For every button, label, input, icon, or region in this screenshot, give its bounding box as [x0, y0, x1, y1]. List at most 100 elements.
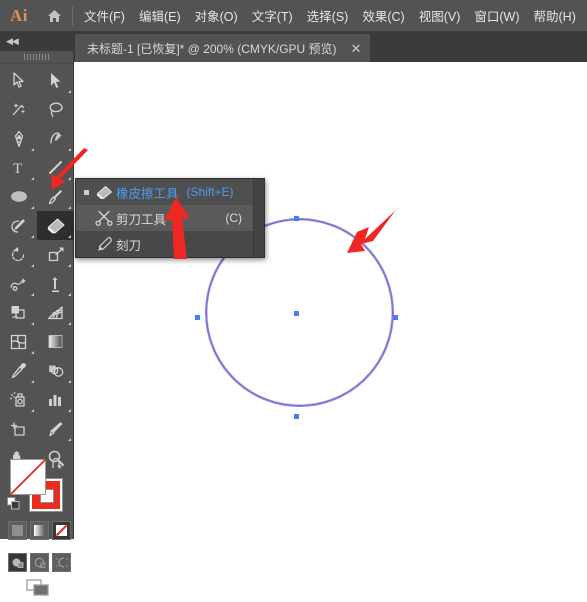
tool-group-indicator-icon	[68, 90, 71, 93]
draw-mode-inside[interactable]	[52, 553, 71, 572]
tool-selection[interactable]	[0, 66, 37, 95]
home-icon[interactable]	[38, 0, 70, 31]
tool-group-indicator-icon	[68, 206, 71, 209]
tool-group-indicator-icon	[31, 293, 34, 296]
tool-group-indicator-icon	[31, 380, 34, 383]
tools-panel-drag-handle[interactable]	[0, 51, 73, 64]
selected-bullet-icon	[80, 189, 92, 195]
menu-file[interactable]: 文件(F)	[77, 2, 132, 29]
flyout-tearoff-strip[interactable]	[253, 179, 264, 257]
tool-group-indicator-icon	[31, 235, 34, 238]
fill-color-swatch[interactable]	[10, 459, 46, 495]
tool-shape-builder[interactable]	[0, 298, 37, 327]
tool-group-indicator-icon	[68, 264, 71, 267]
tool-perspective-grid[interactable]	[37, 298, 74, 327]
tool-group-indicator-icon	[31, 177, 34, 180]
tool-group-indicator-icon	[31, 322, 34, 325]
flyout-item-scissors-tool[interactable]: 剪刀工具 (C)	[76, 205, 264, 231]
menu-help[interactable]: 帮助(H)	[527, 2, 583, 29]
tool-rotate[interactable]	[0, 240, 37, 269]
color-controls	[0, 455, 74, 596]
tool-lasso[interactable]	[37, 95, 74, 124]
tool-blend[interactable]	[37, 356, 74, 385]
none-slash-icon	[10, 459, 46, 495]
flyout-item-shortcut: (C)	[225, 211, 242, 225]
draw-mode-normal[interactable]	[8, 553, 27, 572]
paint-mode-gradient[interactable]	[30, 521, 49, 540]
tool-scale[interactable]	[37, 240, 74, 269]
anchor-point-top[interactable]	[294, 216, 299, 221]
paint-mode-buttons	[8, 521, 71, 540]
tool-mesh[interactable]	[0, 327, 37, 356]
anchor-point-bottom[interactable]	[294, 414, 299, 419]
scissors-icon	[92, 210, 116, 226]
double-chevron-left-icon: ◀◀	[6, 35, 19, 46]
tool-curvature[interactable]	[37, 124, 74, 153]
document-tab[interactable]: 未标题-1 [已恢复]* @ 200% (CMYK/GPU 预览) ✕	[75, 34, 371, 62]
tool-direct-selection[interactable]	[37, 66, 74, 95]
tool-eraser[interactable]	[37, 211, 74, 240]
close-icon[interactable]: ✕	[351, 42, 362, 55]
tool-group-indicator-icon	[68, 235, 71, 238]
tool-group-indicator-icon	[68, 148, 71, 151]
toolbar-divider	[72, 5, 73, 26]
tool-group-indicator-icon	[31, 264, 34, 267]
tool-group-indicator-icon	[68, 293, 71, 296]
draw-mode-buttons	[8, 553, 71, 572]
change-screen-mode-button[interactable]	[26, 579, 52, 597]
swap-fill-stroke-icon[interactable]	[50, 457, 64, 471]
tool-group-indicator-icon	[68, 322, 71, 325]
eraser-tool-flyout-menu: 橡皮擦工具 (Shift+E) 剪刀工具 (C) 刻刀	[75, 178, 265, 258]
tool-group-indicator-icon	[68, 380, 71, 383]
tool-type[interactable]: T	[0, 153, 37, 182]
tool-group-indicator-icon	[31, 409, 34, 412]
menu-object[interactable]: 对象(O)	[188, 2, 245, 29]
document-tab-title: 未标题-1 [已恢复]* @ 200% (CMYK/GPU 预览)	[87, 41, 337, 56]
tool-group-indicator-icon	[31, 148, 34, 151]
document-tab-bar: ◀◀ 未标题-1 [已恢复]* @ 200% (CMYK/GPU 预览) ✕	[0, 31, 587, 62]
anchor-point-left[interactable]	[195, 315, 200, 320]
anchor-point-right[interactable]	[393, 315, 398, 320]
menu-bar: Ai 文件(F) 编辑(E) 对象(O) 文字(T) 选择(S) 效果(C) 视…	[0, 0, 587, 31]
menu-type[interactable]: 文字(T)	[245, 2, 300, 29]
flyout-item-label: 剪刀工具	[116, 212, 167, 227]
tool-line-segment[interactable]	[37, 153, 74, 182]
tool-paintbrush[interactable]	[37, 182, 74, 211]
anchor-point-center[interactable]	[294, 311, 299, 316]
home-icon-glyph	[47, 9, 61, 22]
flyout-item-label: 刻刀	[116, 238, 142, 253]
tool-eyedropper[interactable]	[0, 356, 37, 385]
tool-ellipse[interactable]	[0, 182, 37, 211]
tool-width[interactable]	[0, 269, 37, 298]
tool-group-indicator-icon	[31, 351, 34, 354]
menu-window[interactable]: 窗口(W)	[467, 2, 526, 29]
flyout-item-eraser-tool[interactable]: 橡皮擦工具 (Shift+E)	[76, 179, 264, 205]
artboard-canvas[interactable]	[75, 62, 587, 539]
tool-shaper-pencil[interactable]	[0, 211, 37, 240]
tool-group-indicator-icon	[31, 206, 34, 209]
eraser-icon	[92, 185, 116, 200]
tools-grid: T	[0, 64, 74, 472]
tool-artboard[interactable]	[0, 414, 37, 443]
tool-free-transform[interactable]	[37, 269, 74, 298]
menu-effect[interactable]: 效果(C)	[355, 2, 411, 29]
tool-column-graph[interactable]	[37, 385, 74, 414]
knife-icon	[92, 236, 116, 252]
tool-symbol-sprayer[interactable]	[0, 385, 37, 414]
tool-group-indicator-icon	[68, 438, 71, 441]
draw-mode-behind[interactable]	[30, 553, 49, 572]
tool-gradient[interactable]	[37, 327, 74, 356]
tool-slice[interactable]	[37, 414, 74, 443]
menu-select[interactable]: 选择(S)	[300, 2, 356, 29]
default-fill-stroke-icon[interactable]	[7, 497, 20, 510]
tool-magic-wand[interactable]	[0, 95, 37, 124]
paint-mode-none[interactable]	[52, 521, 71, 540]
tools-panel: T	[0, 51, 74, 596]
svg-text:T: T	[13, 161, 22, 176]
panel-collapse-button[interactable]: ◀◀	[0, 31, 74, 51]
menu-edit[interactable]: 编辑(E)	[132, 2, 188, 29]
paint-mode-color[interactable]	[8, 521, 27, 540]
menu-view[interactable]: 视图(V)	[412, 2, 468, 29]
tool-pen[interactable]	[0, 124, 37, 153]
flyout-item-knife-tool[interactable]: 刻刀	[76, 231, 264, 257]
